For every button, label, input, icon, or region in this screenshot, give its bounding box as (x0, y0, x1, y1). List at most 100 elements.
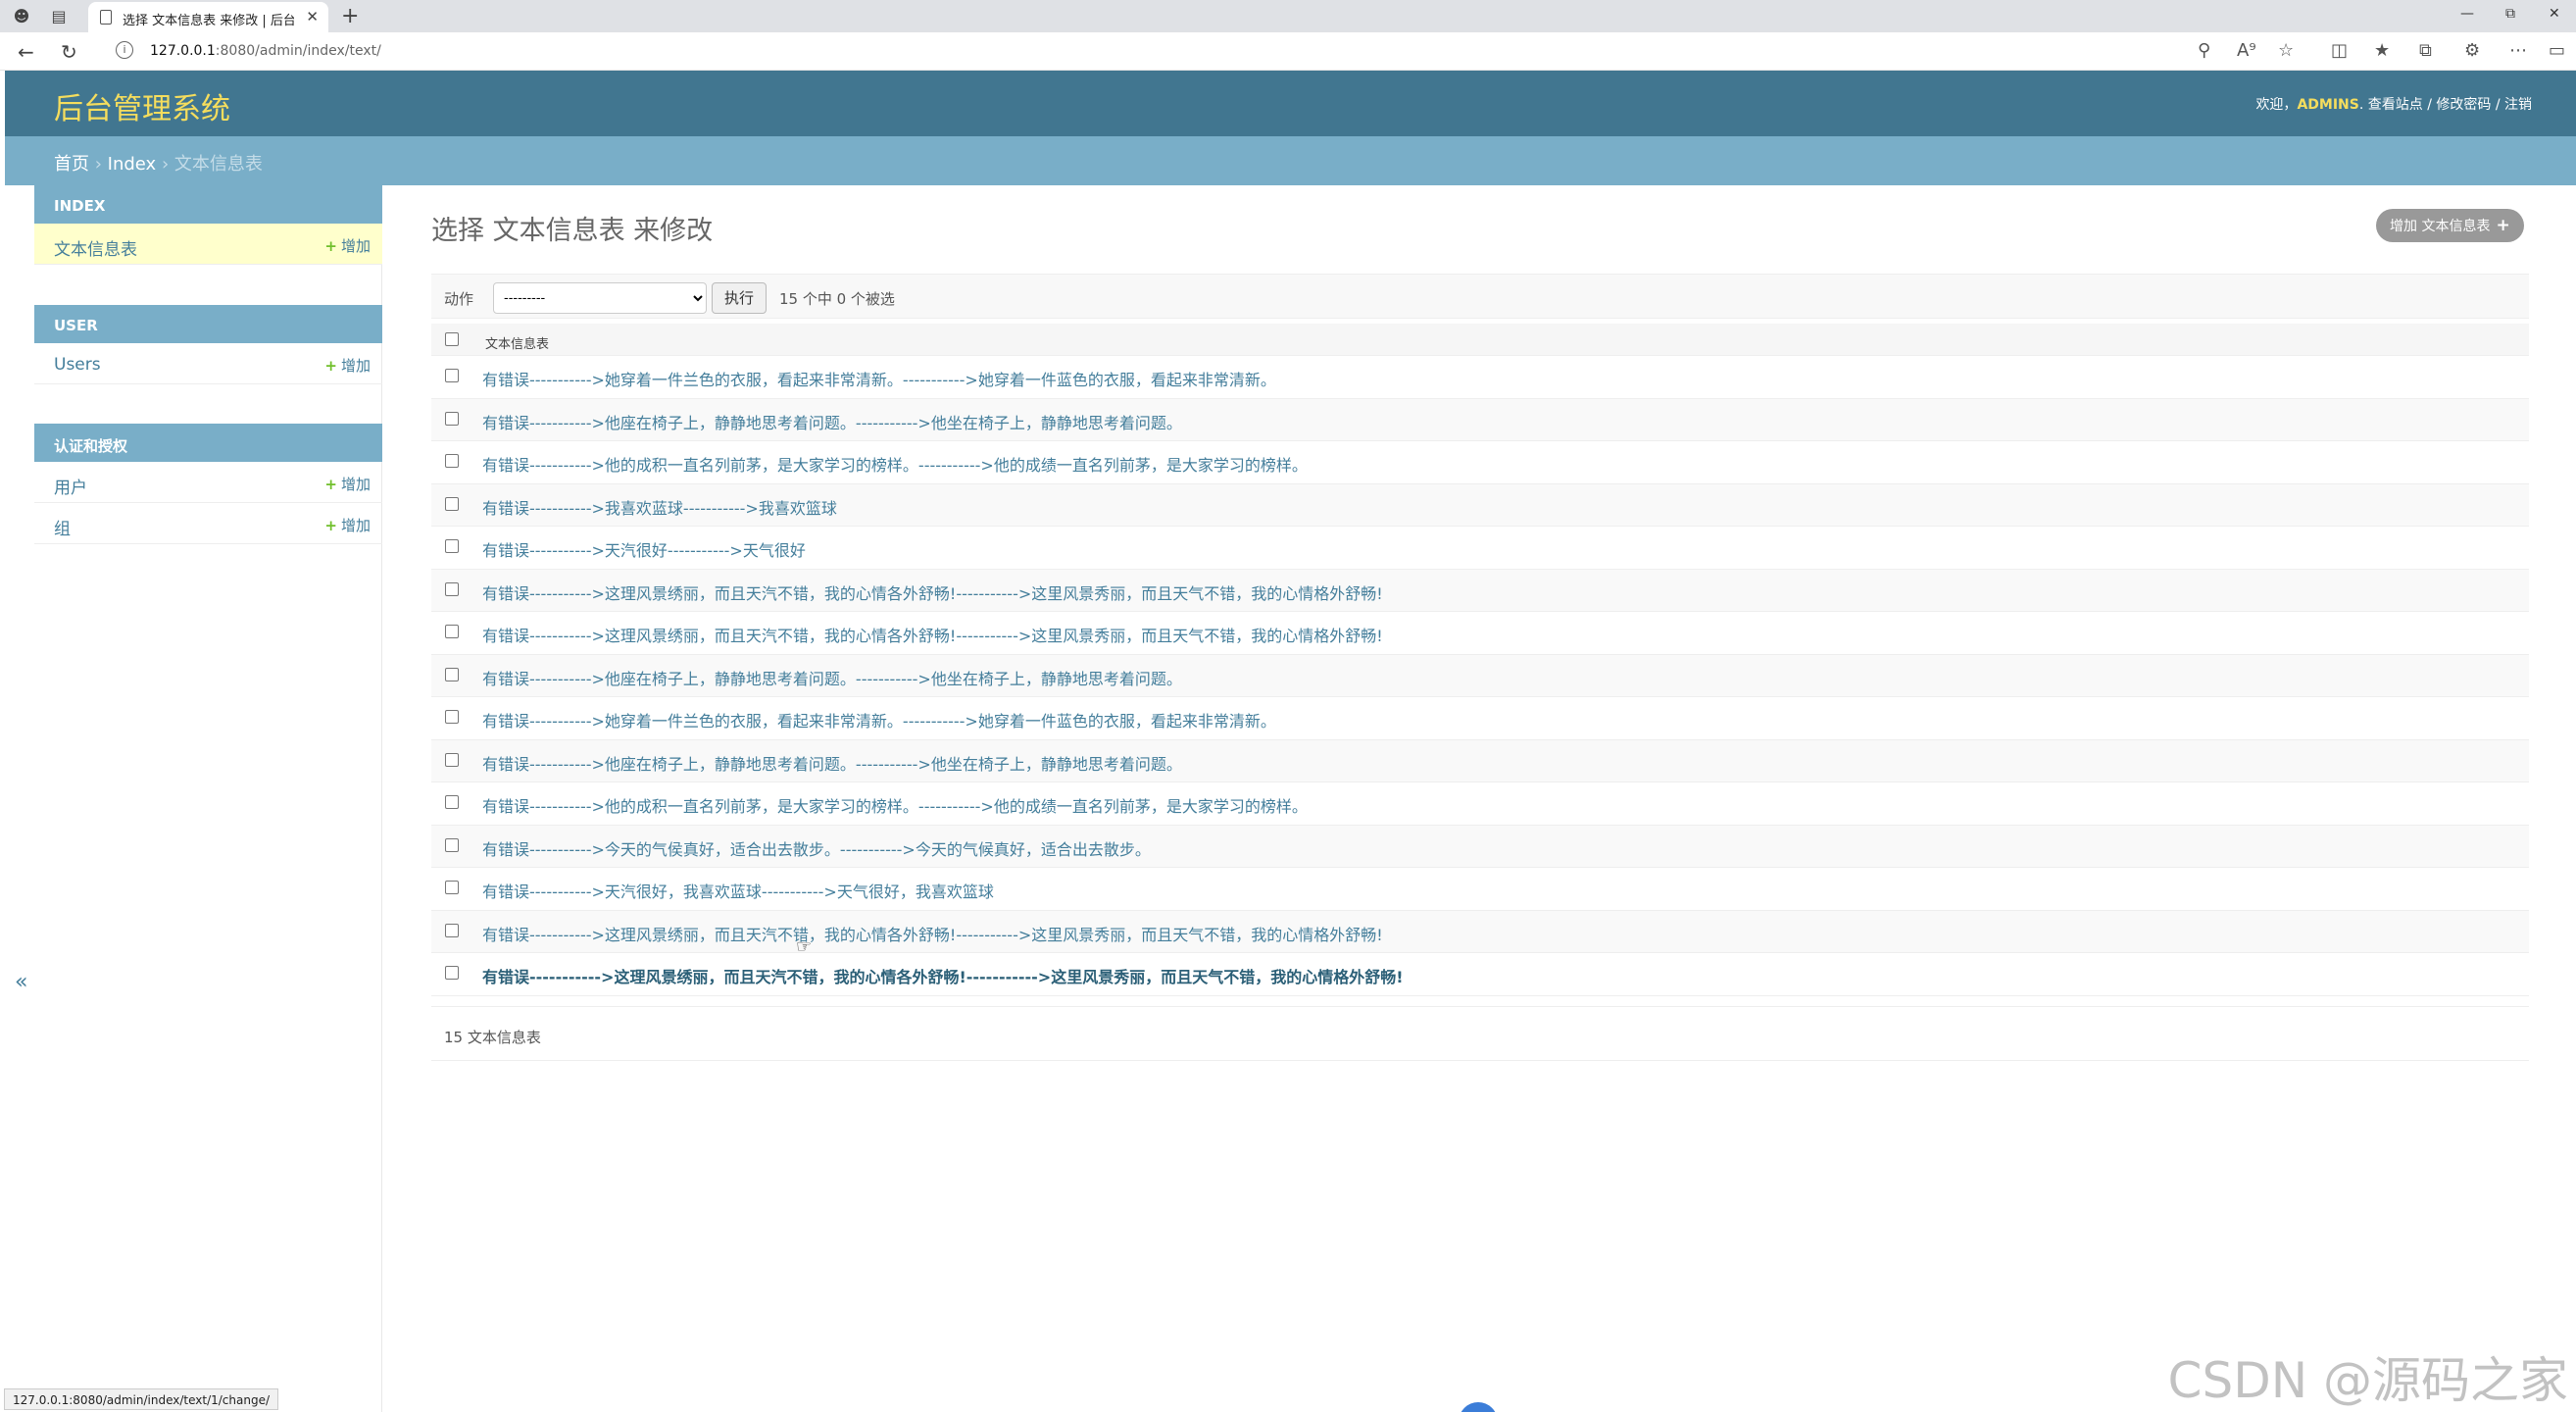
table-row: 有错误----------->天汽很好，我喜欢蓝球----------->天气很… (431, 868, 2529, 911)
selection-counter: 15 个中 0 个被选 (779, 290, 895, 308)
row-checkbox[interactable] (445, 923, 459, 937)
favorite-star-icon[interactable]: ☆ (2278, 40, 2294, 61)
row-link[interactable]: 有错误----------->他座在椅子上，静静地思考着问题。---------… (482, 410, 1182, 433)
close-tab-icon[interactable]: ✕ (306, 8, 319, 25)
add-link[interactable]: + 增加 (324, 474, 371, 494)
sidebar-item-label[interactable]: 用户 (54, 474, 87, 498)
row-checkbox[interactable] (445, 369, 459, 382)
row-checkbox[interactable] (445, 881, 459, 894)
plus-icon: + (2496, 216, 2510, 235)
view-site-link[interactable]: 查看站点 (2368, 97, 2423, 113)
table-row: 有错误----------->这理风景绣丽，而且天汽不错，我的心情各外舒畅!--… (431, 910, 2529, 953)
restore-icon[interactable]: ⧉ (2505, 6, 2515, 22)
row-link[interactable]: 有错误----------->这理风景绣丽，而且天汽不错，我的心情各外舒畅!--… (482, 580, 1383, 604)
sidebar-item-group[interactable]: 组 + 增加 (34, 503, 382, 544)
row-checkbox[interactable] (445, 752, 459, 767)
url-field[interactable]: 127.0.0.1:8080/admin/index/text/ (150, 43, 381, 59)
row-link[interactable]: 有错误----------->她穿着一件兰色的衣服，看起来非常清新。------… (482, 367, 1276, 390)
more-icon[interactable]: ⋯ (2509, 40, 2527, 61)
row-link[interactable]: 有错误----------->这理风景绣丽，而且天汽不错，我的心情各外舒畅!--… (482, 623, 1383, 646)
breadcrumb-app[interactable]: Index (108, 154, 157, 175)
column-header[interactable]: 文本信息表 (485, 333, 549, 352)
mouse-cursor-icon: ☞ (796, 936, 813, 957)
split-screen-icon[interactable]: ◫ (2331, 40, 2348, 61)
add-label: 增加 (340, 237, 371, 255)
plus-icon: + (324, 517, 337, 534)
select-all-checkbox[interactable] (445, 332, 459, 346)
module-caption[interactable]: USER (34, 305, 382, 343)
minimize-icon[interactable]: — (2460, 6, 2474, 22)
sidebar-item-label[interactable]: 组 (54, 515, 71, 539)
row-link[interactable]: 有错误----------->我喜欢蓝球----------->我喜欢篮球 (482, 495, 837, 519)
zoom-icon[interactable]: ⚲ (2198, 40, 2210, 61)
logout-link[interactable]: 注销 (2504, 97, 2532, 113)
add-object-button[interactable]: 增加 文本信息表 + (2376, 209, 2524, 242)
row-link[interactable]: 有错误----------->她穿着一件兰色的衣服，看起来非常清新。------… (482, 708, 1276, 731)
row-checkbox[interactable] (445, 625, 459, 638)
site-info-icon[interactable]: i (116, 41, 133, 59)
row-link[interactable]: 有错误----------->他的成积一直名列前茅，是大家学习的榜样。-----… (482, 793, 1308, 817)
breadcrumb-separator: › (156, 154, 174, 175)
action-select[interactable]: --------- (493, 282, 707, 314)
browser-tab[interactable]: 选择 文本信息表 来修改 | 后台管 ✕ (88, 2, 328, 32)
new-tab-icon[interactable]: + (341, 4, 359, 28)
back-icon[interactable]: ← (18, 40, 34, 64)
table-row: 有错误----------->今天的气侯真好，适合出去散步。----------… (431, 825, 2529, 868)
sidebar-item-label[interactable]: 文本信息表 (54, 235, 137, 260)
module-caption[interactable]: INDEX (34, 185, 382, 224)
url-path: :8080/admin/index/text/ (215, 43, 381, 59)
profile-icon[interactable]: ☻ (12, 7, 31, 26)
row-link[interactable]: 有错误----------->他座在椅子上，静静地思考着问题。---------… (482, 751, 1182, 775)
table-row: 有错误----------->他座在椅子上，静静地思考着问题。---------… (431, 654, 2529, 697)
add-label: 增加 (340, 476, 371, 493)
change-password-link[interactable]: 修改密码 (2436, 97, 2491, 113)
row-checkbox[interactable] (445, 966, 459, 980)
module-caption[interactable]: 认证和授权 (34, 424, 382, 462)
row-link[interactable]: 有错误----------->这理风景绣丽，而且天汽不错，我的心情各外舒畅!--… (482, 922, 1383, 945)
site-brand[interactable]: 后台管理系统 (54, 84, 230, 127)
add-link[interactable]: + 增加 (324, 355, 371, 376)
watermark: CSDN @源码之家 (2167, 1352, 2568, 1409)
reload-icon[interactable]: ↻ (61, 40, 77, 64)
row-link[interactable]: 有错误----------->他的成积一直名列前茅，是大家学习的榜样。-----… (482, 452, 1308, 476)
row-link[interactable]: 有错误----------->今天的气侯真好，适合出去散步。----------… (482, 836, 1151, 860)
row-checkbox[interactable] (445, 411, 459, 426)
add-button-label: 增加 文本信息表 (2390, 219, 2491, 234)
run-action-button[interactable]: 执行 (712, 282, 767, 314)
breadcrumb-home[interactable]: 首页 (54, 154, 89, 175)
sidebar-item-text[interactable]: 文本信息表 + 增加 (34, 224, 382, 265)
page-icon (100, 10, 112, 25)
sidebar-item-user[interactable]: 用户 + 增加 (34, 462, 382, 503)
row-checkbox[interactable] (445, 454, 459, 468)
row-link[interactable]: 有错误----------->天汽很好，我喜欢蓝球----------->天气很… (482, 879, 994, 902)
sidebar-toggle-icon[interactable]: ▭ (2549, 40, 2565, 61)
collapse-sidebar-icon[interactable]: « (15, 970, 27, 994)
row-checkbox[interactable] (445, 710, 459, 724)
favorites-icon[interactable]: ★ (2374, 40, 2390, 61)
row-checkbox[interactable] (445, 581, 459, 596)
row-checkbox[interactable] (445, 837, 459, 852)
add-link[interactable]: + 增加 (324, 235, 371, 256)
row-link[interactable]: 有错误----------->这理风景绣丽，而且天汽不错，我的心情各外舒畅!--… (482, 964, 1404, 987)
row-checkbox[interactable] (445, 667, 459, 681)
close-window-icon[interactable]: ✕ (2549, 6, 2560, 22)
add-link[interactable]: + 增加 (324, 515, 371, 535)
sidebar-item-users[interactable]: Users + 增加 (34, 343, 382, 384)
table-row: 有错误----------->我喜欢蓝球----------->我喜欢篮球 (431, 483, 2529, 527)
row-link[interactable]: 有错误----------->天汽很好----------->天气很好 (482, 537, 806, 561)
row-checkbox[interactable] (445, 496, 459, 511)
sidebar-item-label[interactable]: Users (54, 355, 101, 375)
welcome-text: 欢迎， (2255, 97, 2298, 113)
extensions-icon[interactable]: ⚙ (2464, 40, 2480, 61)
collections-icon[interactable]: ⧉ (2419, 40, 2432, 61)
module-auth: 认证和授权 用户 + 增加 组 + 增加 (34, 424, 382, 544)
row-checkbox[interactable] (445, 795, 459, 809)
row-link[interactable]: 有错误----------->他座在椅子上，静静地思考着问题。---------… (482, 666, 1182, 689)
read-aloud-icon[interactable]: A⁹ (2237, 40, 2256, 61)
tab-actions-icon[interactable]: ▤ (49, 7, 69, 26)
add-label: 增加 (340, 357, 371, 375)
add-label: 增加 (340, 517, 371, 534)
row-checkbox[interactable] (445, 539, 459, 553)
breadcrumb-separator: › (89, 154, 108, 175)
module-index: INDEX 文本信息表 + 增加 (34, 185, 382, 265)
